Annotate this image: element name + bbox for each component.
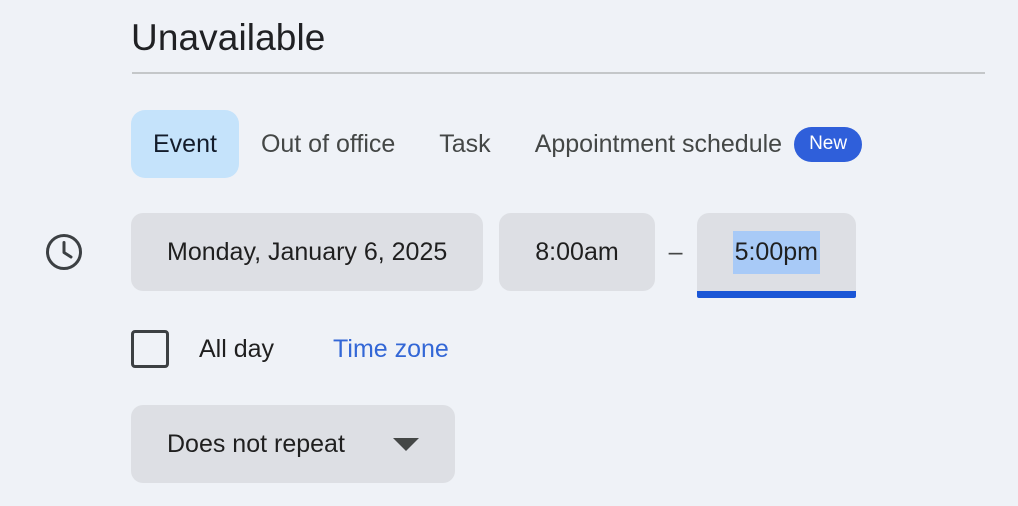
clock-icon — [44, 232, 84, 272]
tab-appointment-schedule[interactable]: Appointment schedule — [513, 110, 792, 178]
repeat-row: Does not repeat — [131, 405, 455, 483]
all-day-label: All day — [199, 335, 275, 363]
start-time-field[interactable]: 8:00am — [499, 213, 655, 291]
event-editor-panel: Unavailable Event Out of office Task App… — [0, 0, 1018, 506]
page-title: Unavailable — [131, 17, 326, 58]
tab-out-of-office[interactable]: Out of office — [239, 110, 417, 178]
event-type-tabs: Event Out of office Task Appointment sch… — [131, 110, 863, 178]
time-zone-link[interactable]: Time zone — [333, 334, 449, 364]
tab-event[interactable]: Event — [131, 110, 239, 178]
repeat-value: Does not repeat — [167, 430, 345, 458]
date-field[interactable]: Monday, January 6, 2025 — [131, 213, 484, 291]
time-range-separator: – — [668, 237, 683, 266]
repeat-dropdown[interactable]: Does not repeat — [131, 405, 455, 483]
chevron-down-icon — [392, 437, 419, 451]
end-time-value: 5:00pm — [732, 230, 820, 274]
new-badge[interactable]: New — [794, 126, 863, 162]
end-time-field[interactable]: 5:00pm — [696, 213, 856, 298]
focus-underline — [696, 291, 856, 298]
title-divider — [132, 72, 985, 74]
all-day-checkbox[interactable] — [131, 330, 169, 368]
all-day-row: All day Time zone — [131, 323, 449, 375]
date-time-row: Monday, January 6, 2025 8:00am – 5:00pm — [131, 213, 856, 299]
tab-task[interactable]: Task — [417, 110, 512, 178]
